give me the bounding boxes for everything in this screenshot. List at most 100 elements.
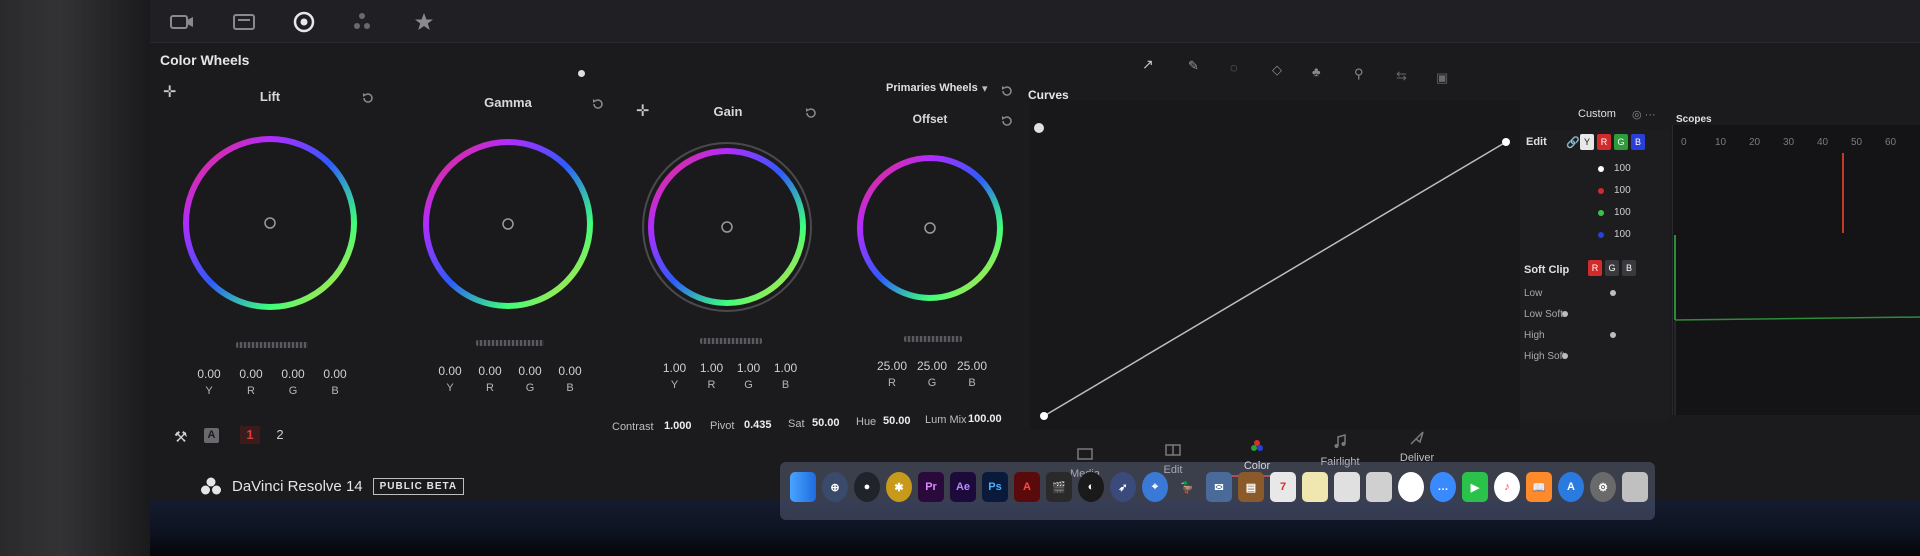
calendar-app-icon[interactable]: 7: [1270, 472, 1296, 502]
edit-link-icon[interactable]: 🔗: [1566, 136, 1580, 149]
lift-y-value[interactable]: 0.00: [188, 367, 230, 381]
edit-b-value[interactable]: 100: [1614, 229, 1631, 240]
lift-wheel[interactable]: [175, 128, 365, 318]
lift-g-value[interactable]: 0.00: [272, 367, 314, 381]
gamma-master-slider[interactable]: [476, 340, 544, 346]
duck-app-icon[interactable]: 🦆: [1174, 472, 1200, 502]
gain-picker-icon[interactable]: ✛: [636, 101, 649, 121]
gamma-y-value[interactable]: 0.00: [430, 364, 470, 378]
auto-button[interactable]: A: [204, 428, 219, 443]
auto-balance-icon[interactable]: ⚒: [174, 428, 187, 446]
soft-clip-low-soft-slider[interactable]: [1562, 311, 1568, 317]
edit-g-button[interactable]: G: [1614, 134, 1628, 150]
offset-r-value[interactable]: 25.00: [872, 359, 912, 373]
gain-g-value[interactable]: 1.00: [730, 361, 767, 375]
photos-app-icon[interactable]: ✿: [1398, 472, 1424, 502]
softclip-g-button[interactable]: G: [1605, 260, 1619, 276]
gamma-r-value[interactable]: 0.00: [470, 364, 510, 378]
lift-r-value[interactable]: 0.00: [230, 367, 272, 381]
edit-r-value[interactable]: 100: [1614, 185, 1631, 196]
preview-app-icon[interactable]: [1366, 472, 1392, 502]
premiere-app-icon[interactable]: Pr: [918, 472, 944, 502]
edit-r-button[interactable]: R: [1597, 134, 1611, 150]
page-tab-deliver[interactable]: Deliver: [1382, 428, 1452, 464]
softclip-r-button[interactable]: R: [1588, 260, 1602, 276]
gain-y-value[interactable]: 1.00: [656, 361, 693, 375]
itunes-app-icon[interactable]: ♪: [1494, 472, 1520, 502]
gamma-g-value[interactable]: 0.00: [510, 364, 550, 378]
nodes-icon[interactable]: [348, 8, 376, 36]
offset-wheel[interactable]: [854, 148, 1004, 308]
fusion-app-icon[interactable]: ✱: [886, 472, 912, 502]
sizing-icon[interactable]: ⇆: [1396, 68, 1407, 84]
facetime-app-icon[interactable]: ▶: [1462, 472, 1488, 502]
gamma-b-value[interactable]: 0.00: [550, 364, 590, 378]
contacts-app-icon[interactable]: ▤: [1238, 472, 1264, 502]
gain-r-value[interactable]: 1.00: [693, 361, 730, 375]
notes-app-icon[interactable]: [1302, 472, 1328, 502]
wheels-mode-dropdown[interactable]: Primaries Wheels: [886, 82, 978, 94]
crosshair-icon[interactable]: ✛: [163, 82, 176, 102]
lift-b-value[interactable]: 0.00: [314, 367, 356, 381]
gain-b-value[interactable]: 1.00: [767, 361, 804, 375]
ibooks-app-icon[interactable]: 📖: [1526, 472, 1552, 502]
gain-reset-icon[interactable]: [804, 106, 818, 120]
curve-mode-toggle-icon[interactable]: [1034, 123, 1044, 133]
resolve-app-icon[interactable]: ●: [854, 472, 880, 502]
camera-icon[interactable]: [168, 8, 196, 36]
window-icon[interactable]: ◌: [1230, 60, 1238, 75]
aftereffects-app-icon[interactable]: Ae: [950, 472, 976, 502]
color-wheels-tab-icon[interactable]: [290, 8, 318, 36]
curve-point-white[interactable]: [1502, 138, 1510, 146]
offset-b-value[interactable]: 25.00: [952, 359, 992, 373]
qualifier-picker-icon[interactable]: ✎: [1188, 58, 1199, 74]
hue-value[interactable]: 50.00: [883, 415, 911, 427]
edit-b-button[interactable]: B: [1631, 134, 1645, 150]
curves-graph[interactable]: [1030, 100, 1520, 430]
curves-mode-dropdown[interactable]: Custom: [1578, 108, 1616, 120]
curve-tool-icon[interactable]: ↗: [1142, 56, 1154, 73]
mail-app-icon[interactable]: ✉: [1206, 472, 1232, 502]
photoshop-app-icon[interactable]: Ps: [982, 472, 1008, 502]
appstore-app-icon[interactable]: A: [1558, 472, 1584, 502]
reset-all-icon[interactable]: [1000, 84, 1014, 98]
launchpad-icon[interactable]: ⊕: [822, 472, 848, 502]
lift-reset-icon[interactable]: [361, 91, 375, 105]
edit-y-button[interactable]: Y: [1580, 134, 1594, 150]
edit-y-value[interactable]: 100: [1614, 163, 1631, 174]
offset-reset-icon[interactable]: [1000, 114, 1014, 128]
trash-icon[interactable]: [1622, 472, 1648, 502]
soft-clip-high-slider[interactable]: [1610, 332, 1616, 338]
lift-master-slider[interactable]: [236, 342, 308, 348]
softclip-b-button[interactable]: B: [1622, 260, 1636, 276]
magic-mask-icon[interactable]: ⚲: [1354, 66, 1364, 82]
lum-mix-value[interactable]: 100.00: [968, 413, 1002, 425]
offset-g-value[interactable]: 25.00: [912, 359, 952, 373]
messages-app-icon[interactable]: …: [1430, 472, 1456, 502]
system-preferences-icon[interactable]: ⚙: [1590, 472, 1616, 502]
sat-value[interactable]: 50.00: [812, 417, 840, 429]
pivot-value[interactable]: 0.435: [744, 419, 772, 431]
motion-app-icon[interactable]: ◐: [1078, 472, 1104, 502]
safari-app-icon[interactable]: ⌖: [1142, 472, 1168, 502]
wheels-page-1[interactable]: 1: [240, 426, 260, 444]
acrobat-app-icon[interactable]: A: [1014, 472, 1040, 502]
finder-icon[interactable]: [790, 472, 816, 502]
offset-master-slider[interactable]: [904, 336, 962, 342]
star-icon[interactable]: [410, 8, 438, 36]
rocket-app-icon[interactable]: ➶: [1110, 472, 1136, 502]
tracker-icon[interactable]: ◇: [1272, 62, 1282, 78]
panel-page-dot[interactable]: [578, 70, 585, 77]
soft-clip-high-soft-slider[interactable]: [1562, 353, 1568, 359]
reminders-app-icon[interactable]: [1334, 472, 1360, 502]
gallery-icon[interactable]: [230, 8, 258, 36]
gain-wheel[interactable]: [640, 142, 815, 317]
wheels-page-2[interactable]: 2: [272, 426, 288, 444]
gamma-reset-icon[interactable]: [591, 97, 605, 111]
3d-icon[interactable]: ▣: [1436, 70, 1448, 86]
gain-master-slider[interactable]: [700, 338, 762, 344]
edit-g-value[interactable]: 100: [1614, 207, 1631, 218]
chevron-down-icon[interactable]: ▾: [982, 82, 988, 95]
gamma-wheel[interactable]: [416, 132, 601, 317]
curves-options-icon[interactable]: ◎ ···: [1632, 108, 1656, 121]
